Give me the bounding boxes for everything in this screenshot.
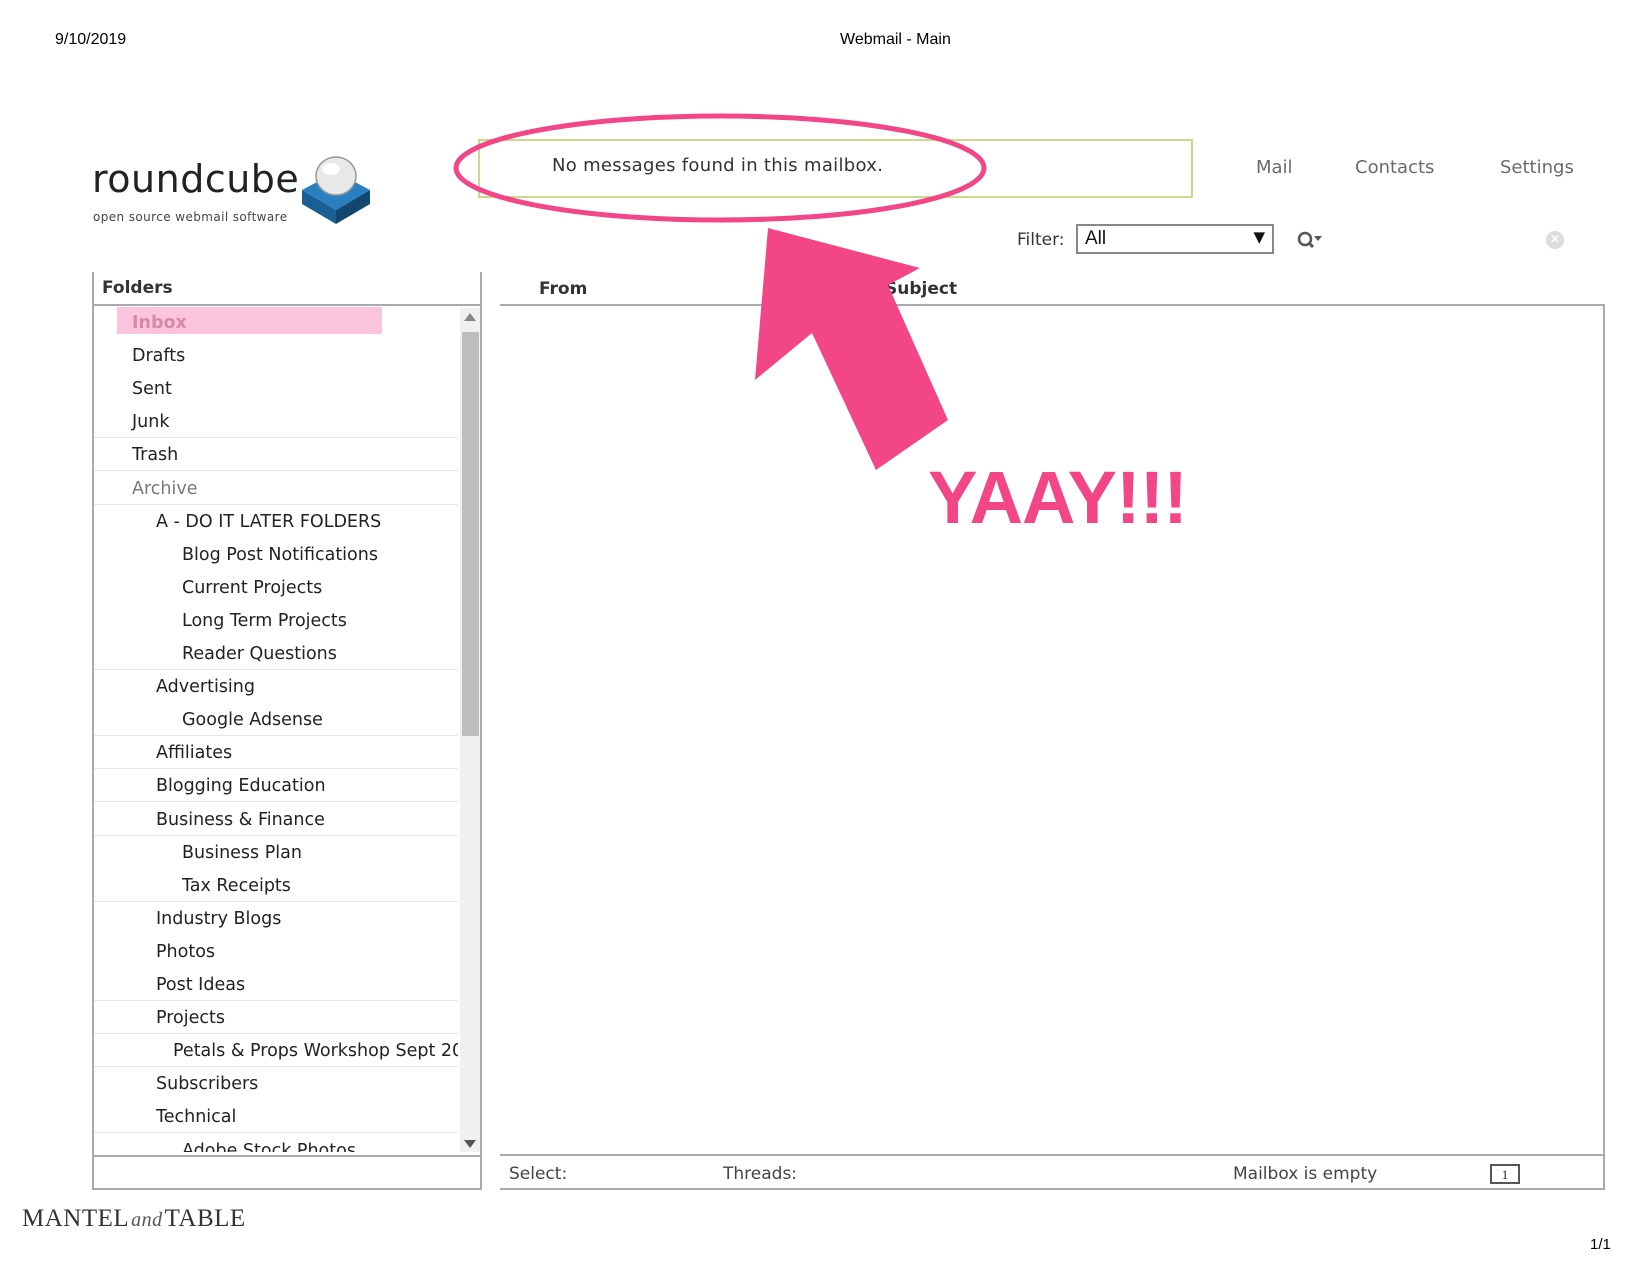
folder-label: Business Plan [182,842,302,863]
logo-wordmark: roundcube [92,157,300,201]
folder-label: Affiliates [156,743,233,764]
folder-list: Inbox Drafts Sent Junk Trash Archive A - DO IT… [94,306,458,1152]
folder-label: Reader Questions [182,644,337,664]
message-list-header: From Subject [500,272,1605,306]
message-list-footer: Select: Threads: Mailbox is empty [500,1156,1605,1190]
folder-item[interactable]: Trash [94,438,458,472]
column-subject[interactable]: Subject [885,279,957,299]
folder-label: Petals & Props Workshop Sept 20 [173,1041,458,1062]
folder-label: Post Ideas [156,975,246,995]
filter-select[interactable]: All ▼ [1076,224,1274,254]
reset-search-icon[interactable]: × [1546,231,1564,249]
folders-footer [92,1155,482,1190]
folder-item[interactable]: Inbox [94,306,458,339]
folder-item[interactable]: Post Ideas [94,968,458,1001]
folder-label: Junk [132,412,170,433]
notification-box: No messages found in this mailbox. [478,139,1193,198]
folder-item[interactable]: Technical [94,1100,458,1134]
nav-settings[interactable]: Settings [1500,157,1574,178]
folder-label: A - DO IT LATER FOLDERS [156,511,382,532]
folder-item[interactable]: Subscribers [94,1067,458,1100]
folder-item[interactable]: Long Term Projects [94,604,458,637]
folder-item[interactable]: Photos [94,935,458,968]
folder-item[interactable]: Adobe Stock Photos [94,1134,458,1153]
threads-label[interactable]: Threads: [723,1164,797,1184]
folder-label: Subscribers [156,1074,259,1095]
folder-item[interactable]: Sent [94,372,458,405]
folder-item[interactable]: Archive [94,472,458,505]
folder-item[interactable]: Industry Blogs [94,902,458,935]
scroll-up-arrow-icon[interactable] [464,313,476,321]
folder-label: Blogging Education [156,776,326,797]
folder-item[interactable]: Drafts [94,339,458,372]
page-number-box[interactable]: 1 [1490,1164,1520,1184]
folder-label: Photos [156,941,216,962]
print-title: Webmail - Main [840,31,951,48]
folder-item[interactable]: Tax Receipts [94,869,458,902]
nav-mail[interactable]: Mail [1256,157,1293,178]
folder-label: Google Adsense [182,710,323,731]
folder-label: Trash [132,445,179,466]
logo-tagline: open source webmail software [93,210,288,224]
folder-label: Archive [132,478,198,499]
mailbox-status: Mailbox is empty [1233,1164,1378,1184]
folder-item[interactable]: Reader Questions [94,637,458,670]
folder-label: Blog Post Notifications [182,544,378,565]
folder-label: Adobe Stock Photos [182,1140,356,1153]
search-options-icon[interactable] [1296,230,1322,252]
folder-item[interactable]: Business Plan [94,836,458,869]
folder-item[interactable]: Blog Post Notifications [94,538,458,571]
folder-label: Industry Blogs [156,908,282,929]
folder-label: Current Projects [182,577,323,598]
folder-item[interactable]: A - DO IT LATER FOLDERS [94,505,458,538]
folders-title: Folders [102,278,173,298]
folder-item[interactable]: Blogging Education [94,769,458,803]
annotation-text: YAAY!!! [928,456,1188,539]
folder-label: Technical [156,1107,237,1128]
folder-label: Tax Receipts [182,875,291,896]
folder-item[interactable]: Google Adsense [94,703,458,737]
folder-label: Projects [156,1008,225,1029]
scroll-down-arrow-icon[interactable] [464,1140,476,1148]
select-label[interactable]: Select: [509,1164,567,1184]
print-page-number: 1/1 [1590,1236,1611,1253]
nav-contacts[interactable]: Contacts [1355,157,1434,178]
folders-header: Folders [92,272,482,306]
filter-label: Filter: [1017,230,1065,250]
column-from[interactable]: From [539,279,587,299]
folder-item[interactable]: Advertising [94,670,458,703]
filter-value: All [1085,228,1107,249]
print-date: 9/10/2019 [55,31,127,48]
roundcube-box-icon [302,156,370,224]
folder-label: Drafts [132,346,186,367]
message-list [500,306,1605,1156]
folder-item[interactable]: Junk [94,405,458,439]
folder-item[interactable]: Petals & Props Workshop Sept 20 [94,1034,458,1068]
folder-label: Business & Finance [156,809,325,830]
folder-item[interactable]: Affiliates [94,736,458,770]
notification-text: No messages found in this mailbox. [552,155,884,176]
folder-item[interactable]: Projects [94,1001,458,1035]
folder-item[interactable]: Current Projects [94,571,458,604]
folder-label: Long Term Projects [182,610,347,631]
folder-label: Inbox [132,313,187,333]
folder-label: Sent [132,379,172,400]
brand-logo: MANTEL andTABLE [22,1205,246,1232]
folder-scroll-thumb[interactable] [462,332,479,736]
folder-label: Advertising [156,677,255,698]
folder-item[interactable]: Business & Finance [94,803,458,836]
dropdown-arrow-icon: ▼ [1253,228,1265,246]
